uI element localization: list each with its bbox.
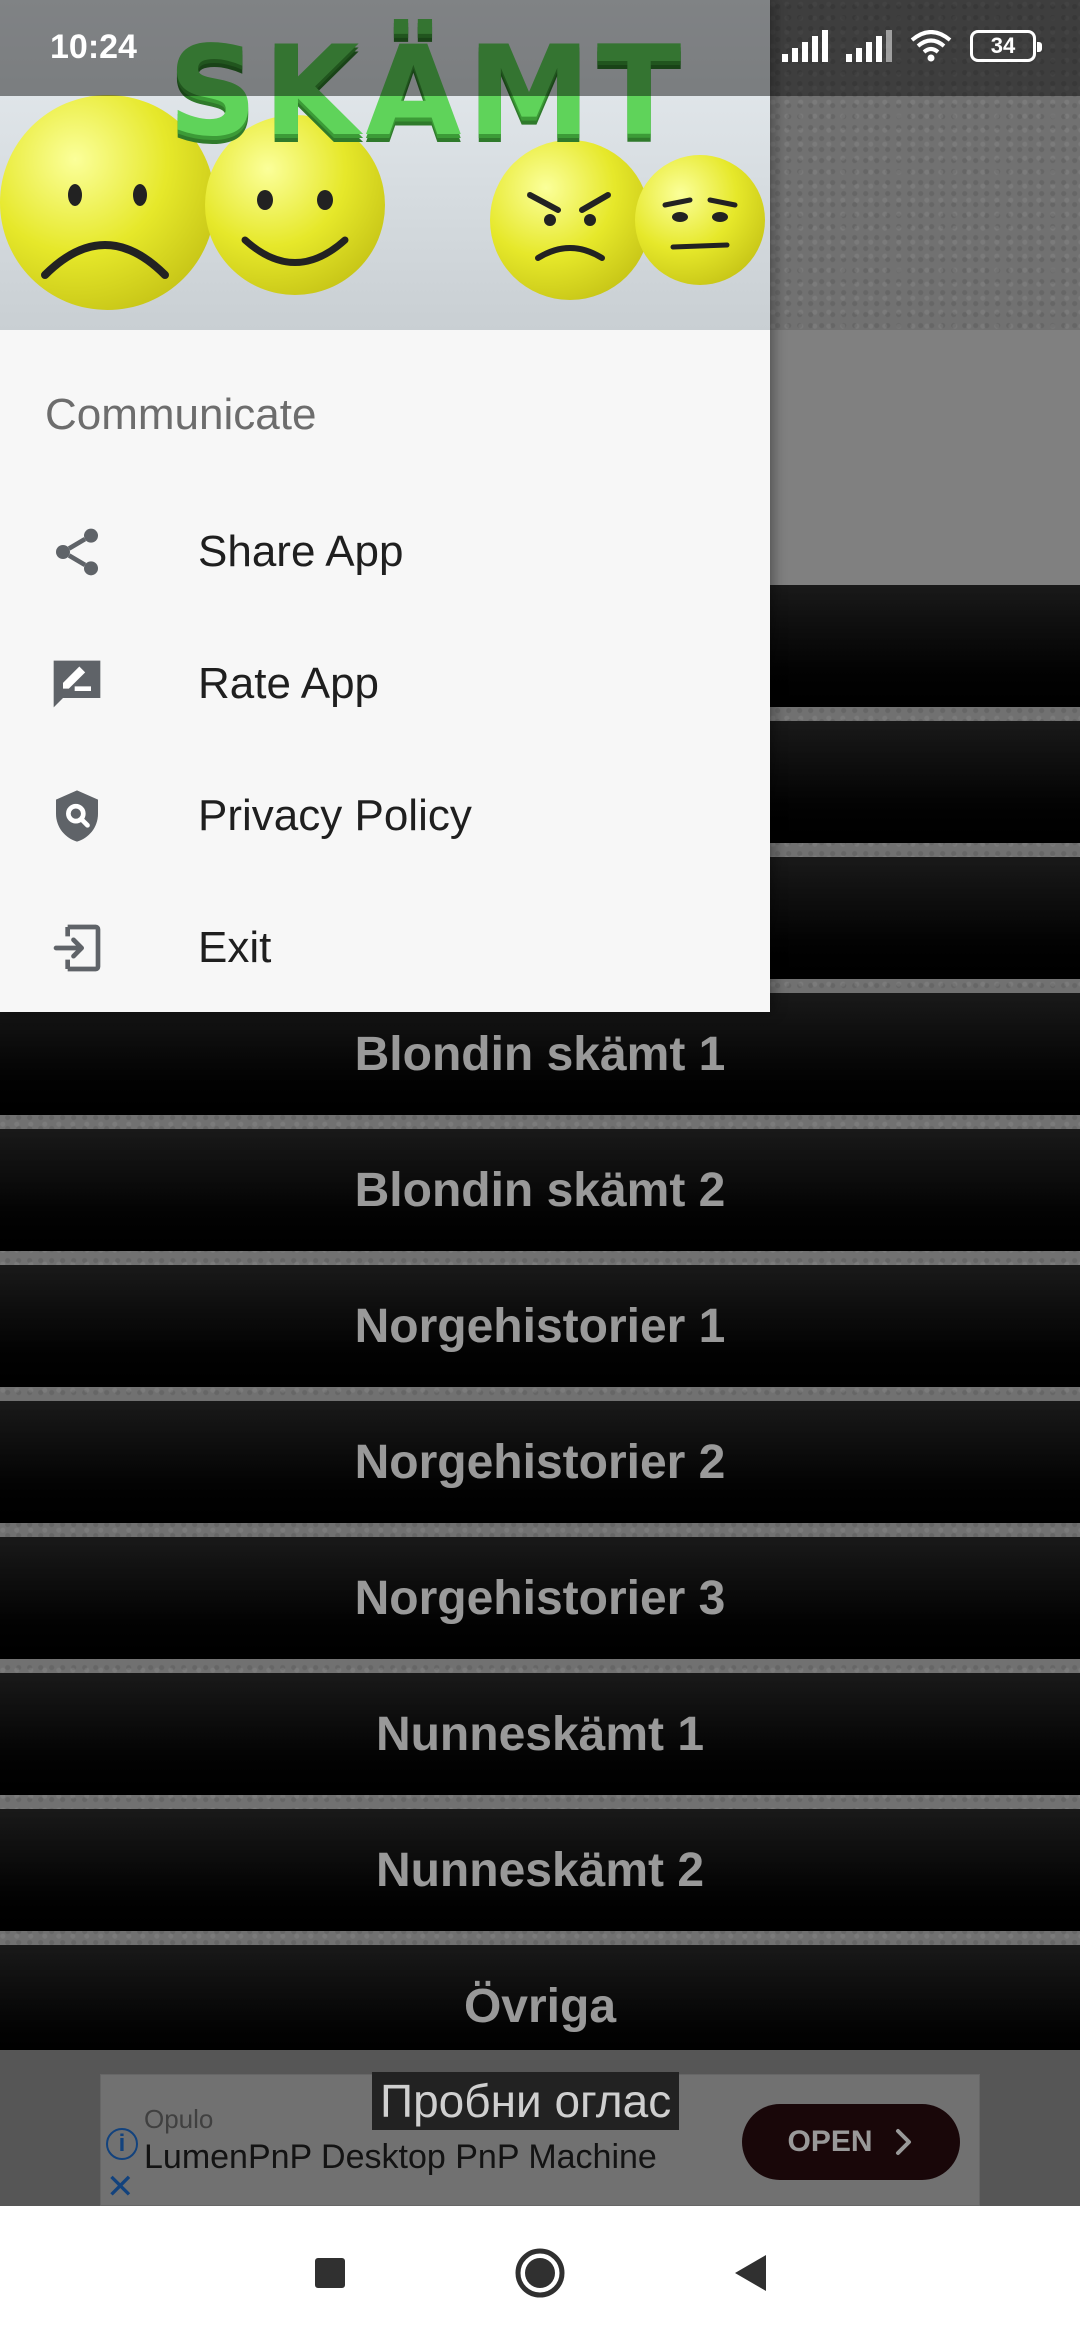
rate-review-icon [46, 653, 108, 715]
status-bar: 10:24 34 [0, 0, 1080, 96]
back-button[interactable] [720, 2243, 780, 2303]
menu-item-label: Rate App [198, 659, 380, 708]
signal-icon [782, 30, 828, 62]
drawer-section-title: Communicate [45, 390, 317, 439]
menu-item-label: Privacy Policy [198, 791, 472, 840]
share-icon [46, 521, 108, 583]
menu-item-label: Share App [198, 527, 404, 576]
wifi-icon [910, 30, 952, 62]
circle-icon [515, 2248, 565, 2298]
menu-item-privacy-policy[interactable]: Privacy Policy [0, 750, 770, 882]
menu-item-exit[interactable]: Exit [0, 882, 770, 1014]
ad-test-label: Пробни оглас [372, 2072, 680, 2130]
battery-icon: 34 [970, 30, 1042, 62]
triangle-back-icon [735, 2255, 766, 2291]
system-nav-bar [0, 2206, 1080, 2340]
menu-item-share-app[interactable]: Share App [0, 486, 770, 618]
privacy-shield-icon [46, 785, 108, 847]
recents-button[interactable] [300, 2243, 360, 2303]
status-time: 10:24 [50, 28, 137, 66]
drawer-menu: Share App Rate App Privacy Policy Exit [0, 486, 770, 1014]
signal-icon-2 [846, 30, 892, 62]
navigation-drawer: SKÄMT Communicate Share App Rate App Pri… [0, 0, 770, 1012]
exit-icon [46, 917, 108, 979]
status-icons: 34 [782, 30, 1042, 62]
battery-level: 34 [990, 33, 1016, 58]
worried-smiley-image [635, 155, 765, 285]
home-button[interactable] [510, 2243, 570, 2303]
angry-smiley-image [490, 140, 650, 300]
menu-item-rate-app[interactable]: Rate App [0, 618, 770, 750]
menu-item-label: Exit [198, 923, 272, 972]
square-icon [315, 2258, 345, 2288]
